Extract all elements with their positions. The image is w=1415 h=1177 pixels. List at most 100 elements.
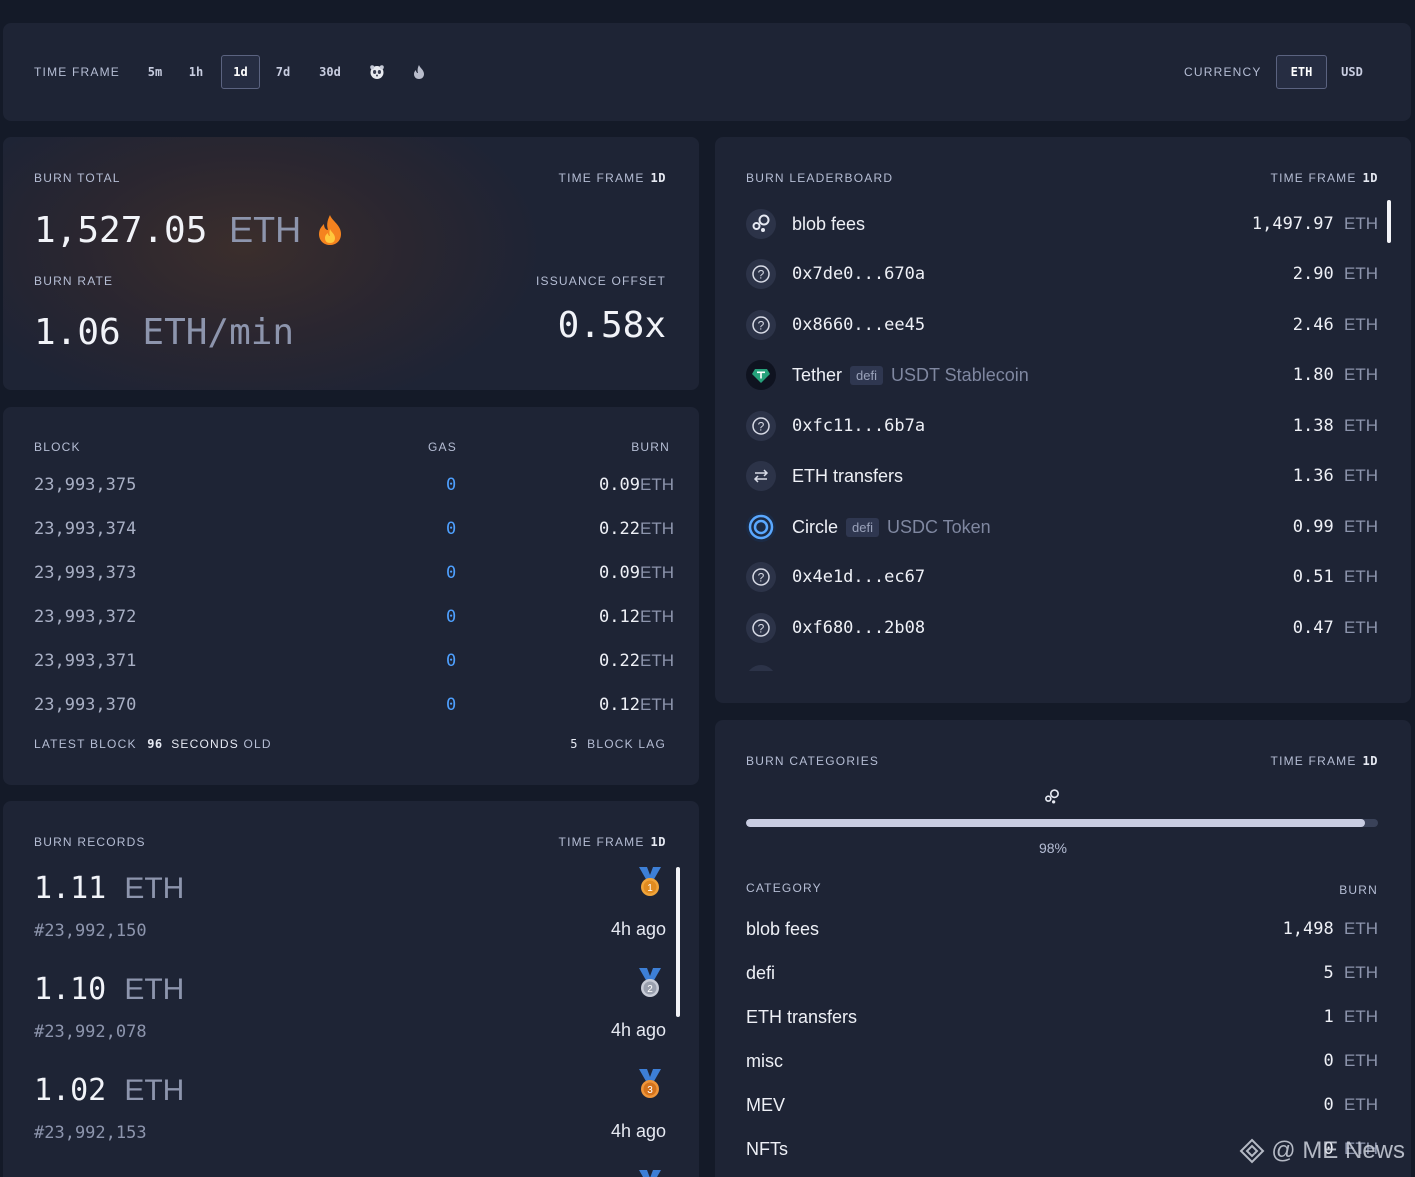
tf-button-1h[interactable]: 1h [181, 55, 211, 89]
block-row[interactable]: 23,993,373 0 0.09ETH [34, 563, 674, 587]
panda-icon[interactable] [364, 55, 390, 89]
category-tag: defi [846, 517, 879, 537]
block-gas: 0 [446, 695, 457, 715]
leaderboard-row[interactable]: Circle defi USDC Token 0.99 ETH [746, 511, 1378, 543]
blob-icon [1043, 788, 1061, 811]
record-number: 1.02 [34, 1073, 107, 1108]
record-time-ago: 4h ago [610, 1020, 666, 1040]
record-block[interactable]: #23,992,078 [34, 1022, 147, 1042]
record-block[interactable]: #23,992,153 [34, 1123, 147, 1143]
block-gas: 0 [446, 519, 457, 539]
svg-text:?: ? [758, 571, 765, 585]
leaderboard-row[interactable]: ? 0x7de0...670a 2.90 ETH [746, 258, 1378, 290]
block-lag: 5 BLOCK LAG [570, 737, 666, 751]
fire-icon[interactable] [406, 55, 432, 89]
leaderboard-detail: USDT Stablecoin [891, 364, 1029, 385]
medal-rank: 3 [647, 1085, 653, 1096]
burn-rate-label: BURN RATE [34, 274, 114, 288]
block-burn-value: 0.12 [599, 607, 640, 627]
category-share-bar-fill [746, 819, 1366, 827]
burn-column-header: BURN [1339, 883, 1378, 897]
block-row[interactable]: 23,993,371 0 0.22ETH [34, 651, 674, 675]
tf-value: 1d [650, 171, 666, 185]
leaderboard-name: 0x8660...ee45 [792, 315, 926, 335]
record-block[interactable]: #23,992,150 [34, 921, 147, 941]
leaderboard-scrollbar[interactable] [1387, 200, 1391, 243]
leaderboard-row[interactable]: ETH transfers 1.36 ETH [746, 460, 1378, 492]
record-unit: ETH [124, 872, 185, 905]
latest-block-age: LATEST BLOCK 96 SECONDS OLD [34, 737, 272, 751]
category-burn-unit: ETH [1344, 1007, 1378, 1026]
block-number: 23,993,373 [34, 563, 137, 583]
leaderboard-name: 0xfc11...6b7a [792, 416, 926, 436]
leaderboard-amount-unit: ETH [1344, 618, 1378, 637]
leaderboard-amount-unit: ETH [1344, 214, 1378, 233]
block-row[interactable]: 23,993,370 0 0.12ETH [34, 695, 674, 719]
category-column-header: CATEGORY [746, 881, 822, 895]
leaderboard-amount-value: 0.51 [1292, 567, 1334, 587]
tf-label: TIME FRAME [1270, 754, 1357, 768]
leaderboard-row[interactable]: blob fees 1,497.97 ETH [746, 208, 1378, 240]
currency-label: CURRENCY [1184, 65, 1262, 79]
block-number: 23,993,370 [34, 695, 137, 715]
leaderboard-amount-unit: ETH [1344, 315, 1378, 334]
leaderboard-row-partial [746, 665, 778, 671]
categories-label: BURN CATEGORIES [746, 754, 880, 768]
category-share-bar[interactable] [746, 819, 1378, 827]
leaderboard-row[interactable]: ? 0x8660...ee45 2.46 ETH [746, 309, 1378, 341]
category-name: NFTs [746, 1139, 788, 1159]
record-value: 1.11 ETH [34, 871, 184, 906]
leaderboard-amount: 1.38 ETH [1293, 416, 1378, 436]
leaderboard-amount-value: 1,497.97 [1251, 214, 1334, 234]
question-icon: ? [746, 613, 776, 643]
category-row[interactable]: misc 0 ETH [746, 1051, 1378, 1077]
records-scrollbar[interactable] [676, 867, 680, 1017]
question-icon: ? [746, 259, 776, 289]
burn-records-label: BURN RECORDS [34, 835, 146, 849]
leaderboard-amount-value: 1.38 [1292, 416, 1334, 436]
leaderboard-row[interactable]: ? 0x4e1d...ec67 0.51 ETH [746, 561, 1378, 593]
tf-button-5m[interactable]: 5m [140, 55, 170, 89]
tf-button-30d[interactable]: 30d [310, 55, 350, 89]
block-burn-value: 0.09 [599, 475, 640, 495]
block-gas: 0 [446, 475, 457, 495]
burn-leaderboard-panel: BURN LEADERBOARD TIME FRAME 1d blob fees … [715, 137, 1411, 703]
block-burn: 0.09ETH [599, 475, 674, 495]
currency-button-usd[interactable]: USD [1334, 55, 1370, 89]
tf-label: TIME FRAME [558, 835, 645, 849]
leaderboard-amount-unit: ETH [1344, 517, 1378, 536]
category-burn-unit: ETH [1344, 1051, 1378, 1070]
leaderboard-name: ETH transfers [792, 465, 904, 486]
category-row[interactable]: MEV 0 ETH [746, 1095, 1378, 1121]
leaderboard-row[interactable]: ? 0xfc11...6b7a 1.38 ETH [746, 410, 1378, 442]
category-burn-unit: ETH [1344, 919, 1378, 938]
burn-rate-value: 1.06 ETH/min [34, 312, 294, 353]
block-row[interactable]: 23,993,374 0 0.22ETH [34, 519, 674, 543]
burn-total-value: 1,527.05 ETH [34, 209, 301, 251]
category-row[interactable]: ETH transfers 1 ETH [746, 1007, 1378, 1033]
burn-total-label: BURN TOTAL [34, 171, 121, 185]
leaderboard-name: 0x7de0...670a [792, 264, 926, 284]
category-row[interactable]: blob fees 1,498 ETH [746, 919, 1378, 945]
category-row[interactable]: defi 5 ETH [746, 963, 1378, 989]
leaderboard-amount-unit: ETH [1344, 466, 1378, 485]
leaderboard-row[interactable]: ? 0xf680...2b08 0.47 ETH [746, 612, 1378, 644]
medal-rank: 1 [647, 883, 653, 894]
block-number: 23,993,374 [34, 519, 137, 539]
tf-button-7d[interactable]: 7d [268, 55, 298, 89]
block-row[interactable]: 23,993,375 0 0.09ETH [34, 475, 674, 499]
latest-block-suffix: OLD [243, 737, 272, 751]
record-value: 1.10 ETH [34, 972, 184, 1007]
block-row[interactable]: 23,993,372 0 0.12ETH [34, 607, 674, 631]
leaderboard-time-frame: TIME FRAME 1d [1271, 171, 1378, 185]
leaderboard-amount: 1,497.97 ETH [1252, 214, 1378, 234]
burn-records-time-frame: TIME FRAME 1d [559, 835, 666, 849]
currency-button-eth[interactable]: ETH [1276, 55, 1327, 89]
transfer-icon [746, 461, 776, 491]
block-burn-unit: ETH [640, 563, 674, 582]
burn-total-panel: BURN TOTAL TIME FRAME 1d 1,527.05 ETH BUR… [3, 137, 699, 390]
leaderboard-row[interactable]: Tether defi USDT Stablecoin 1.80 ETH [746, 359, 1378, 391]
tf-button-1d[interactable]: 1d [221, 55, 260, 89]
leaderboard-amount-unit: ETH [1344, 365, 1378, 384]
circle-icon [746, 512, 776, 542]
